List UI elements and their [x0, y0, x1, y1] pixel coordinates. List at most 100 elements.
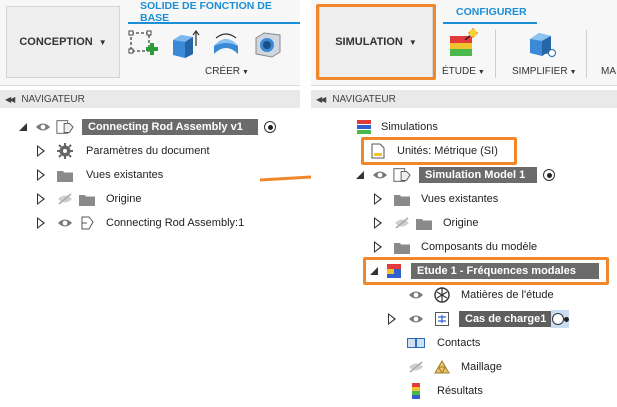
simulations-icon	[355, 119, 373, 135]
expanded-triangle-icon[interactable]	[355, 170, 365, 180]
contacts-label: Contacts	[437, 337, 481, 349]
collapsed-triangle-icon[interactable]	[36, 193, 46, 205]
hole-icon[interactable]	[252, 28, 284, 60]
component-icon	[78, 215, 96, 231]
tree-item-vues[interactable]: Vues existantes	[36, 165, 163, 185]
workspace-switcher-button[interactable]: CONCEPTION ▼	[6, 6, 120, 78]
materials-group-label[interactable]: MA	[601, 66, 616, 77]
folder-icon	[78, 191, 96, 207]
assembly-document-icon	[393, 167, 411, 183]
contacts-icon	[407, 335, 425, 351]
chevron-down-icon: ▼	[569, 69, 577, 76]
tree-item-parametres[interactable]: Paramètres du document	[36, 141, 210, 161]
folder-icon	[393, 191, 411, 207]
tree-study-contacts[interactable]: Contacts	[407, 333, 480, 353]
navigator-title: NAVIGATEUR	[21, 93, 85, 105]
tree-item-label: Origine	[443, 217, 479, 229]
tree-root-label[interactable]: Connecting Rod Assembly v1	[82, 119, 258, 135]
active-tab-underline	[128, 22, 300, 24]
tree-item-component[interactable]: Connecting Rod Assembly:1	[36, 213, 244, 233]
tab-solid-label: SOLIDE DE FONCTION DE BASE	[140, 0, 272, 24]
simplify-icon[interactable]	[525, 28, 557, 60]
collapse-navigator-icon[interactable]: ◀◀	[5, 95, 15, 104]
create-sketch-icon[interactable]	[128, 28, 160, 60]
eye-hidden-icon[interactable]	[56, 191, 74, 207]
assembly-document-icon	[56, 119, 74, 135]
tree-study-mesh[interactable]: Maillage	[407, 357, 502, 377]
collapsed-triangle-icon[interactable]	[36, 169, 46, 181]
eye-hidden-icon[interactable]	[393, 215, 411, 231]
chevron-down-icon: ▼	[477, 69, 485, 76]
chevron-down-icon: ▼	[242, 69, 249, 76]
workspace-label: CONCEPTION	[19, 36, 93, 48]
tree-model-origine[interactable]: Origine	[373, 213, 478, 233]
model-label[interactable]: Simulation Model 1	[419, 167, 537, 183]
tab-configurer[interactable]: CONFIGURER	[456, 3, 527, 21]
folder-icon	[56, 167, 74, 183]
collapsed-triangle-icon[interactable]	[373, 241, 383, 253]
activate-radio-icon[interactable]	[264, 121, 276, 133]
active-tab-underline	[443, 22, 537, 24]
left-panel: CONCEPTION ▼ SOLIDE DE FONCTION DE BASE	[0, 0, 300, 407]
tree-study-results[interactable]: Résultats	[407, 381, 483, 401]
navigator-header: ◀◀ NAVIGATEUR	[311, 90, 617, 108]
results-label: Résultats	[437, 385, 483, 397]
load-case-icon	[433, 311, 451, 327]
create-group-text: CRÉER	[205, 66, 241, 77]
eye-icon[interactable]	[56, 215, 74, 231]
simulations-label: Simulations	[381, 121, 438, 133]
folder-icon	[393, 239, 411, 255]
eye-icon[interactable]	[407, 287, 425, 303]
units-highlight-box	[361, 137, 517, 165]
simplify-group-text: SIMPLIFIER	[512, 66, 568, 77]
expanded-triangle-icon[interactable]	[18, 122, 28, 132]
collapsed-triangle-icon[interactable]	[387, 313, 397, 325]
tree-root-row[interactable]: Connecting Rod Assembly v1	[18, 117, 276, 137]
activate-radio-icon[interactable]	[543, 169, 555, 181]
activate-radio-icon[interactable]	[551, 310, 569, 328]
mesh-label: Maillage	[461, 361, 502, 373]
chevron-down-icon: ▼	[98, 37, 107, 47]
tree-item-label: Vues existantes	[86, 169, 164, 181]
collapsed-triangle-icon[interactable]	[36, 217, 46, 229]
tree-simulations-row[interactable]: Simulations	[355, 117, 438, 137]
tree-model-row[interactable]: Simulation Model 1	[355, 165, 555, 185]
folder-icon	[415, 215, 433, 231]
load-case-label[interactable]: Cas de charge1	[459, 311, 551, 327]
tab-solid[interactable]: SOLIDE DE FONCTION DE BASE	[140, 0, 300, 24]
tree-model-vues[interactable]: Vues existantes	[373, 189, 498, 209]
revolve-icon[interactable]	[210, 28, 242, 60]
toolbar-separator	[586, 30, 587, 78]
eye-hidden-icon[interactable]	[407, 359, 425, 375]
navigator-header: ◀◀ NAVIGATEUR	[0, 90, 300, 108]
eye-icon[interactable]	[371, 167, 389, 183]
eye-icon[interactable]	[34, 119, 52, 135]
tree-item-label: Vues existantes	[421, 193, 499, 205]
tree-item-label: Composants du modèle	[421, 241, 538, 253]
tree-study-materials[interactable]: Matières de l'étude	[407, 285, 554, 305]
simplify-group-label[interactable]: SIMPLIFIER ▼	[512, 66, 577, 77]
study-group-text: ÉTUDE	[442, 66, 476, 77]
eye-icon[interactable]	[407, 311, 425, 327]
tree-item-origine[interactable]: Origine	[36, 189, 141, 209]
design-toolbar: CONCEPTION ▼ SOLIDE DE FONCTION DE BASE	[0, 0, 300, 86]
toolbar-separator	[495, 30, 496, 78]
collapsed-triangle-icon[interactable]	[36, 145, 46, 157]
mesh-icon	[433, 359, 451, 375]
extrude-icon[interactable]	[168, 28, 200, 60]
collapsed-triangle-icon[interactable]	[373, 217, 383, 229]
study-highlight-box	[363, 257, 609, 285]
study-group-label[interactable]: ÉTUDE ▼	[442, 66, 485, 77]
study-icon[interactable]	[447, 28, 479, 60]
materials-group-text: MA	[601, 66, 616, 77]
tree-item-label: Paramètres du document	[86, 145, 210, 157]
tree-model-components[interactable]: Composants du modèle	[373, 237, 537, 257]
tab-configurer-label: CONFIGURER	[456, 6, 527, 18]
collapse-navigator-icon[interactable]: ◀◀	[316, 95, 326, 104]
simulation-workspace-highlight	[316, 4, 436, 80]
collapsed-triangle-icon[interactable]	[373, 193, 383, 205]
tree-item-label: Connecting Rod Assembly:1	[106, 217, 245, 229]
tree-item-label: Origine	[106, 193, 142, 205]
tree-study-loadcase[interactable]: Cas de charge1	[387, 309, 569, 329]
create-group-label[interactable]: CRÉER ▼	[205, 66, 249, 77]
